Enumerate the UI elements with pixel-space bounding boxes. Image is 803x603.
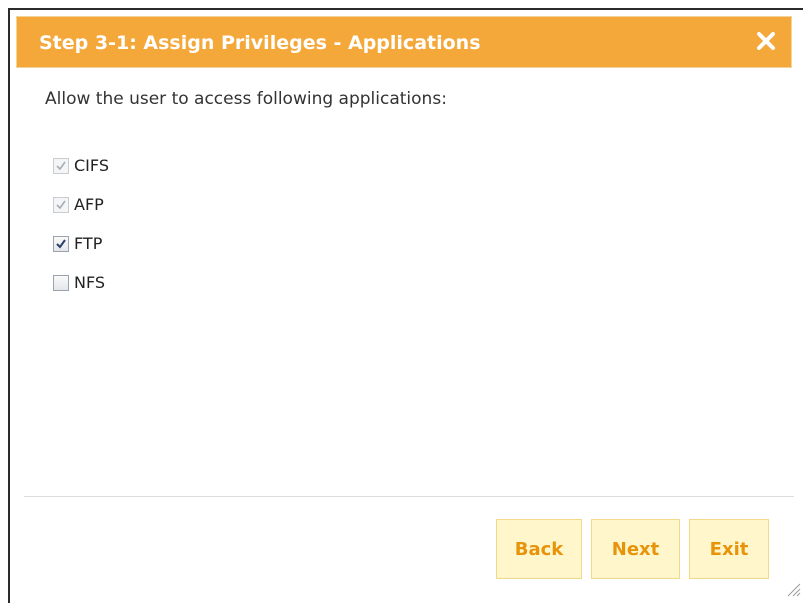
- checkbox-label-afp: AFP: [74, 195, 104, 214]
- option-afp: AFP: [53, 185, 109, 224]
- back-button[interactable]: Back: [496, 519, 582, 579]
- dialog-title: Step 3-1: Assign Privileges - Applicatio…: [39, 32, 481, 54]
- checkbox-label-ftp: FTP: [74, 234, 103, 253]
- close-icon[interactable]: [755, 30, 777, 52]
- option-nfs: NFS: [53, 263, 109, 302]
- exit-button[interactable]: Exit: [689, 519, 769, 579]
- checkbox-label-cifs: CIFS: [74, 156, 109, 175]
- checkbox-afp[interactable]: [53, 196, 69, 213]
- resize-grip-icon[interactable]: [785, 581, 801, 601]
- dialog-titlebar: Step 3-1: Assign Privileges - Applicatio…: [16, 16, 792, 68]
- checkbox-ftp[interactable]: [53, 235, 69, 252]
- option-ftp: FTP: [53, 224, 109, 263]
- checkbox-nfs[interactable]: [53, 274, 69, 291]
- option-cifs: CIFS: [53, 146, 109, 185]
- footer-divider: [24, 496, 794, 497]
- checkbox-label-nfs: NFS: [74, 273, 106, 292]
- wizard-dialog: Step 3-1: Assign Privileges - Applicatio…: [8, 8, 803, 603]
- next-button[interactable]: Next: [591, 519, 680, 579]
- application-options: CIFS AFP FTP NFS: [53, 146, 109, 302]
- instruction-text: Allow the user to access following appli…: [45, 89, 447, 109]
- checkbox-cifs[interactable]: [53, 157, 69, 174]
